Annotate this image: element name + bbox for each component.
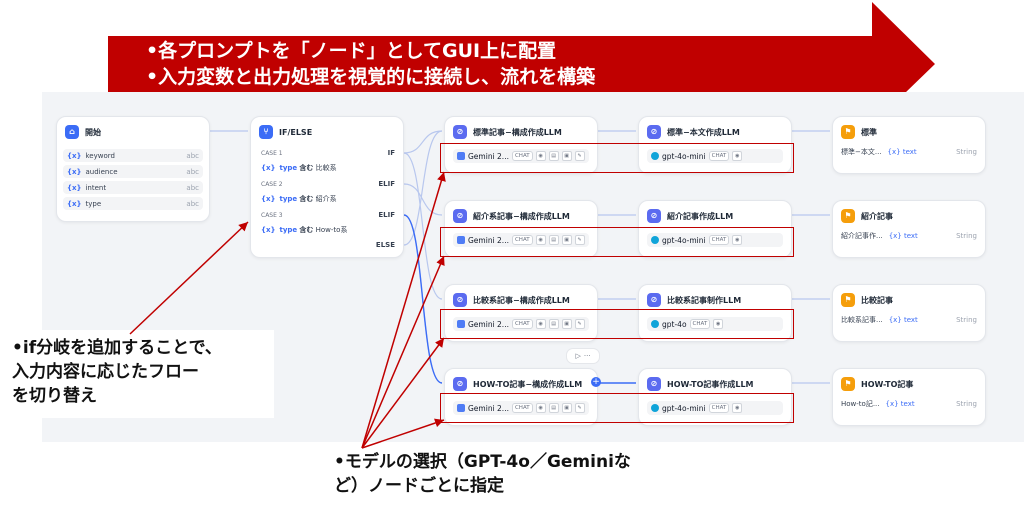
callout-arrows [129, 171, 446, 449]
